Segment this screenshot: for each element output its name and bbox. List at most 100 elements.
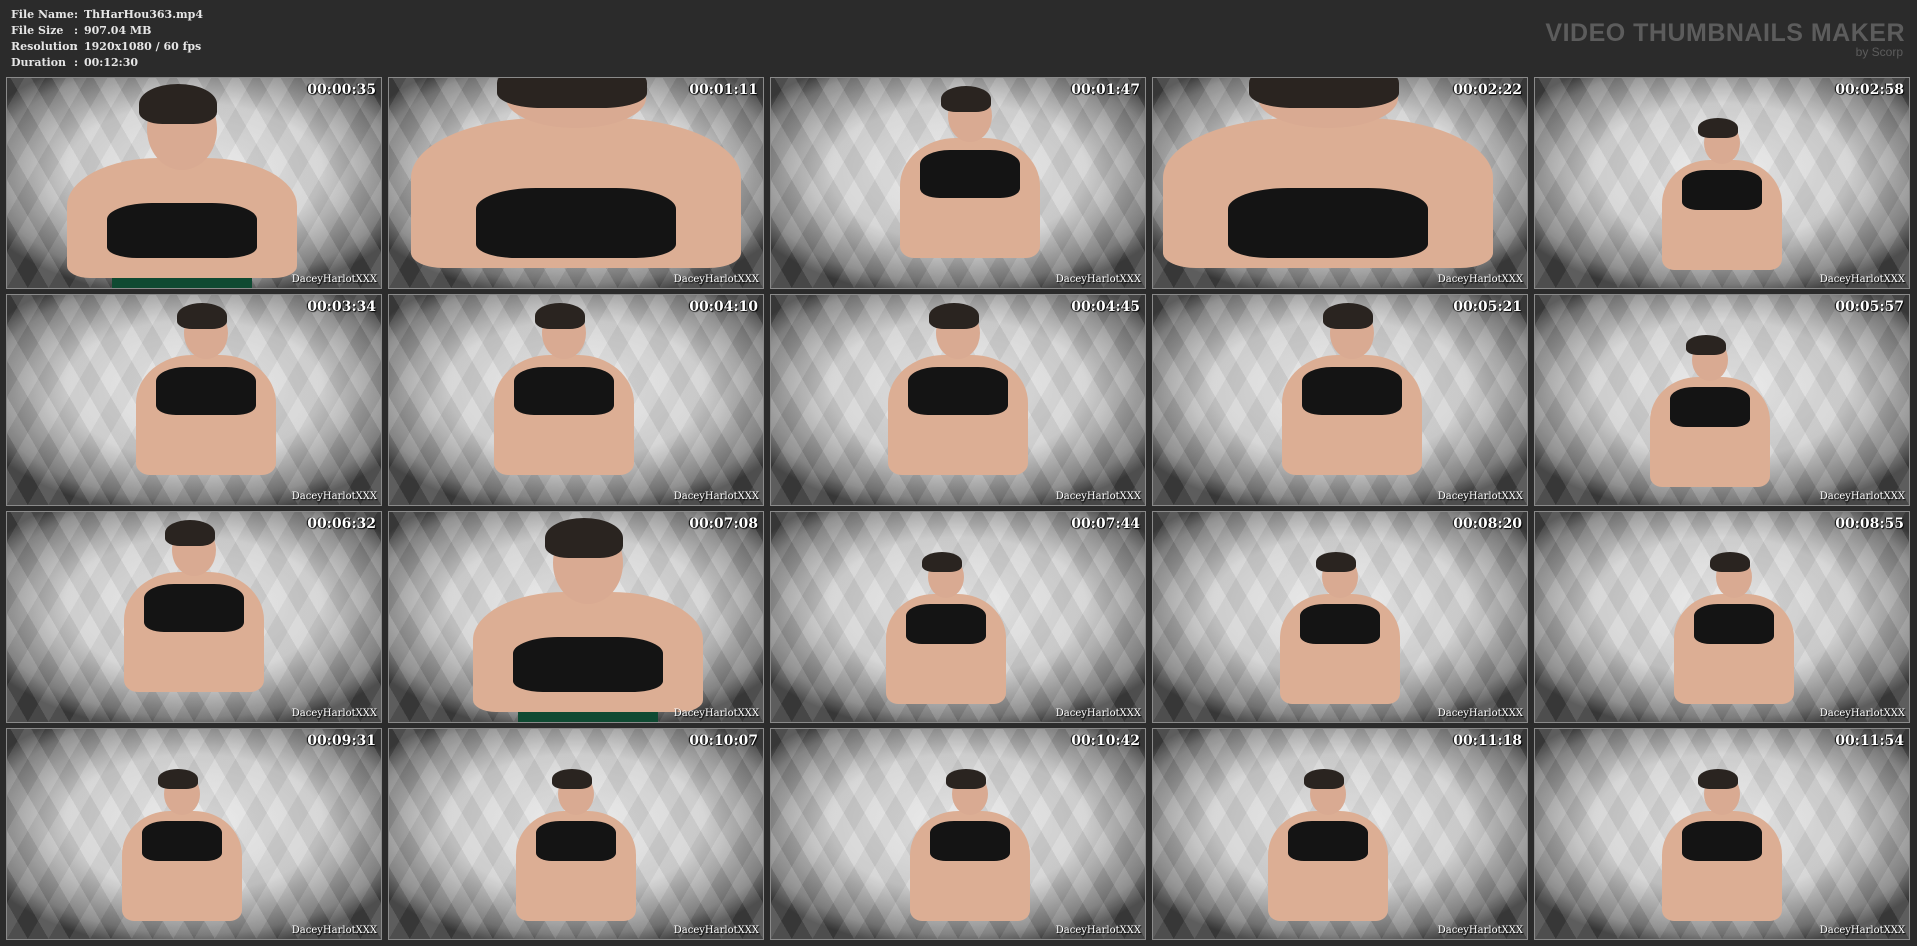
thumbnail-timestamp: 00:07:44	[1071, 516, 1140, 532]
thumbnail-watermark: DaceyHarlotXXX	[1055, 925, 1141, 936]
thumbnail-watermark: DaceyHarlotXXX	[673, 491, 759, 502]
hair-shape	[1323, 303, 1373, 329]
thumbnail-watermark: DaceyHarlotXXX	[1437, 925, 1523, 936]
video-thumbnail[interactable]: 00:04:10 DaceyHarlotXXX	[388, 294, 764, 506]
video-thumbnail[interactable]: 00:01:47 DaceyHarlotXXX	[770, 77, 1146, 289]
hair-shape	[165, 520, 215, 546]
top-shape	[107, 203, 257, 258]
hair-shape	[552, 769, 592, 789]
thumbnail-frame-image	[389, 512, 763, 722]
thumbnail-watermark: DaceyHarlotXXX	[1819, 274, 1905, 285]
video-thumbnail[interactable]: 00:04:45 DaceyHarlotXXX	[770, 294, 1146, 506]
thumbnail-frame-image	[7, 295, 381, 505]
thumbnail-frame-image	[1535, 78, 1909, 288]
file-info-row: File Name: ThHarHou363.mp4	[11, 7, 203, 23]
video-thumbnail[interactable]: 00:02:58 DaceyHarlotXXX	[1534, 77, 1910, 289]
file-info-value: 00:12:30	[84, 56, 139, 69]
thumbnail-frame-image	[771, 512, 1145, 722]
video-thumbnail[interactable]: 00:05:21 DaceyHarlotXXX	[1152, 294, 1528, 506]
thumbnail-frame-image	[1153, 295, 1527, 505]
top-shape	[1682, 821, 1762, 861]
thumbnail-watermark: DaceyHarlotXXX	[1437, 491, 1523, 502]
file-info-separator: :	[74, 40, 79, 53]
video-thumbnail[interactable]: 00:10:07 DaceyHarlotXXX	[388, 728, 764, 940]
thumbnail-sheet: File Name: ThHarHou363.mp4 File Size:907.0…	[0, 0, 1917, 946]
thumbnail-timestamp: 00:05:57	[1835, 299, 1904, 315]
thumbnail-timestamp: 00:10:42	[1071, 733, 1140, 749]
hair-shape	[1249, 78, 1399, 108]
thumbnail-timestamp: 00:10:07	[689, 733, 758, 749]
top-shape	[930, 821, 1010, 861]
brand-title: VIDEO THUMBNAILS MAKER	[1545, 19, 1905, 47]
video-thumbnail[interactable]: 00:01:11 DaceyHarlotXXX	[388, 77, 764, 289]
hair-shape	[158, 769, 198, 789]
thumbnail-watermark: DaceyHarlotXXX	[291, 491, 377, 502]
file-info-row: Resolution:1920x1080 / 60 fps	[11, 39, 203, 55]
thumbnail-grid: 00:00:35 DaceyHarlotXXX 00:01:11 DaceyHarlo…	[6, 77, 1913, 940]
top-shape	[1302, 367, 1402, 415]
top-shape	[906, 604, 986, 644]
thumbnail-watermark: DaceyHarlotXXX	[1055, 274, 1141, 285]
thumbnail-timestamp: 00:03:34	[307, 299, 376, 315]
thumbnail-watermark: DaceyHarlotXXX	[1055, 708, 1141, 719]
video-thumbnail[interactable]: 00:06:32 DaceyHarlotXXX	[6, 511, 382, 723]
thumbnail-frame-image	[1153, 729, 1527, 939]
video-thumbnail[interactable]: 00:03:34 DaceyHarlotXXX	[6, 294, 382, 506]
top-shape	[1300, 604, 1380, 644]
thumbnail-timestamp: 00:02:58	[1835, 82, 1904, 98]
top-shape	[1694, 604, 1774, 644]
video-thumbnail[interactable]: 00:02:22 DaceyHarlotXXX	[1152, 77, 1528, 289]
thumbnail-frame-image	[389, 295, 763, 505]
video-thumbnail[interactable]: 00:11:54 DaceyHarlotXXX	[1534, 728, 1910, 940]
video-thumbnail[interactable]: 00:05:57 DaceyHarlotXXX	[1534, 294, 1910, 506]
thumbnail-frame-image	[7, 512, 381, 722]
top-shape	[1228, 188, 1428, 258]
video-thumbnail[interactable]: 00:00:35 DaceyHarlotXXX	[6, 77, 382, 289]
file-info-row: Duration:00:12:30	[11, 55, 203, 71]
file-info-row: File Size:907.04 MB	[11, 23, 203, 39]
hair-shape	[941, 86, 991, 112]
thumbnail-frame-image	[1535, 512, 1909, 722]
thumbnail-watermark: DaceyHarlotXXX	[1819, 491, 1905, 502]
file-info-key: File Size	[11, 24, 64, 37]
thumbnail-watermark: DaceyHarlotXXX	[1437, 708, 1523, 719]
file-info-key: Duration	[11, 56, 67, 69]
video-thumbnail[interactable]: 00:08:20 DaceyHarlotXXX	[1152, 511, 1528, 723]
hair-shape	[946, 769, 986, 789]
hair-shape	[929, 303, 979, 329]
hair-shape	[545, 518, 623, 558]
file-info-separator: :	[74, 56, 79, 69]
video-thumbnail[interactable]: 00:10:42 DaceyHarlotXXX	[770, 728, 1146, 940]
thumbnail-frame-image	[1153, 512, 1527, 722]
video-thumbnail[interactable]: 00:08:55 DaceyHarlotXXX	[1534, 511, 1910, 723]
video-thumbnail[interactable]: 00:07:44 DaceyHarlotXXX	[770, 511, 1146, 723]
thumbnail-frame-image	[389, 78, 763, 288]
thumbnail-timestamp: 00:11:18	[1453, 733, 1522, 749]
thumbnail-watermark: DaceyHarlotXXX	[1055, 491, 1141, 502]
hair-shape	[1698, 769, 1738, 789]
thumbnail-timestamp: 00:01:47	[1071, 82, 1140, 98]
top-shape	[144, 584, 244, 632]
hair-shape	[497, 78, 647, 108]
file-info-value: 1920x1080 / 60 fps	[84, 40, 202, 53]
top-shape	[908, 367, 1008, 415]
video-thumbnail[interactable]: 00:07:08 DaceyHarlotXXX	[388, 511, 764, 723]
thumbnail-watermark: DaceyHarlotXXX	[291, 708, 377, 719]
thumbnail-frame-image	[771, 78, 1145, 288]
top-shape	[1682, 170, 1762, 210]
thumbnail-watermark: DaceyHarlotXXX	[291, 925, 377, 936]
video-thumbnail[interactable]: 00:09:31 DaceyHarlotXXX	[6, 728, 382, 940]
thumbnail-watermark: DaceyHarlotXXX	[1819, 708, 1905, 719]
thumbnail-frame-image	[1535, 295, 1909, 505]
thumbnail-watermark: DaceyHarlotXXX	[673, 925, 759, 936]
video-thumbnail[interactable]: 00:11:18 DaceyHarlotXXX	[1152, 728, 1528, 940]
file-info: File Name: ThHarHou363.mp4 File Size:907.0…	[11, 7, 203, 71]
thumbnail-frame-image	[7, 729, 381, 939]
file-info-key: File Name	[11, 8, 74, 21]
hair-shape	[1686, 335, 1726, 355]
thumbnail-watermark: DaceyHarlotXXX	[673, 274, 759, 285]
hair-shape	[177, 303, 227, 329]
thumbnail-timestamp: 00:08:20	[1453, 516, 1522, 532]
thumbnail-frame-image	[771, 729, 1145, 939]
brand-subtitle: by Scorp	[1855, 45, 1903, 59]
